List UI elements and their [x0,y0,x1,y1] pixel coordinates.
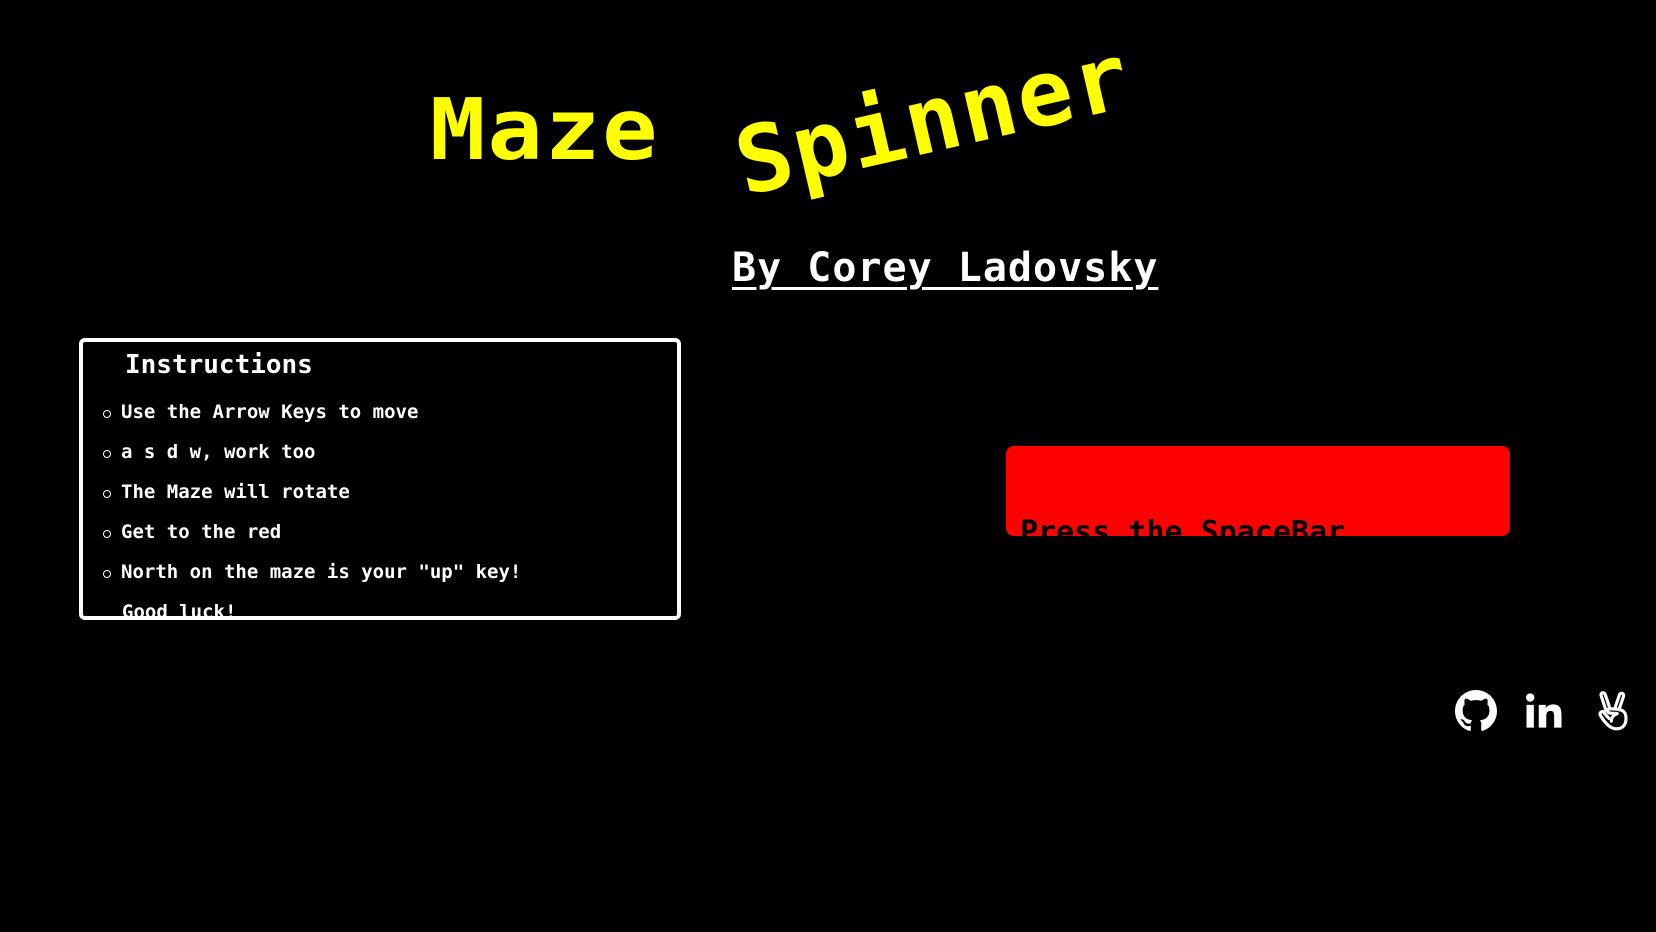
bullet-icon [103,570,111,578]
instruction-text: a s d w, work too [121,441,316,463]
game-screen: Maze Spinner By Corey Ladovsky Instructi… [0,0,1656,932]
social-links [1455,690,1633,732]
title-maze: Maze [430,80,660,180]
list-item: The Maze will rotate [103,472,521,512]
list-item: Use the Arrow Keys to move [103,392,521,432]
angellist-icon[interactable] [1591,690,1633,732]
title-spinner: Spinner [725,22,1142,217]
instructions-heading: Instructions [125,350,313,380]
closing-item: Good luck! [103,592,521,632]
instruction-text: Use the Arrow Keys to move [121,401,419,423]
list-item: Get to the red [103,512,521,552]
instruction-text: North on the maze is your "up" key! [121,561,522,583]
bullet-icon [103,450,111,458]
instructions-panel: Instructions Use the Arrow Keys to move … [79,338,681,623]
github-icon[interactable] [1455,690,1497,732]
instruction-text: Get to the red [121,521,282,543]
linkedin-icon[interactable] [1523,690,1565,732]
start-prompt-line-2: to start the Game! [1020,605,1346,640]
good-luck-text: Good luck! [122,601,237,623]
bullet-icon [103,530,111,538]
bullet-icon [103,410,111,418]
start-prompt-line-1: Press the SpaceBar [1020,515,1346,550]
start-game-prompt[interactable]: Press the SpaceBar to start the Game! [1006,446,1510,638]
bullet-icon [103,490,111,498]
list-item: North on the maze is your "up" key! [103,552,521,592]
instructions-list: Use the Arrow Keys to move a s d w, work… [103,392,521,632]
instruction-text: The Maze will rotate [121,481,350,503]
author-link[interactable]: By Corey Ladovsky [732,248,1158,288]
list-item: a s d w, work too [103,432,521,472]
